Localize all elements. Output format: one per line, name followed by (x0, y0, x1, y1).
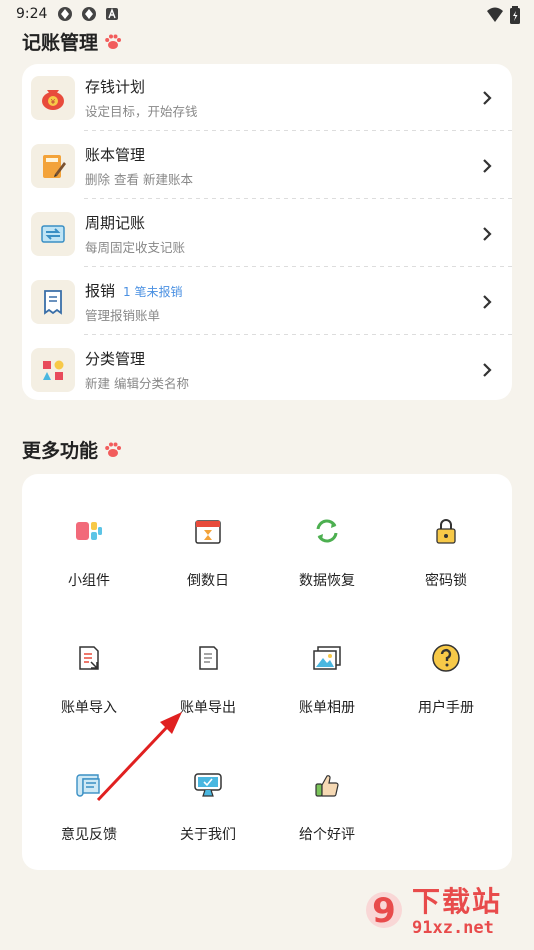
feature-give-rating[interactable]: 给个好评 (268, 728, 386, 848)
feature-bill-export[interactable]: 账单导出 (149, 601, 267, 721)
unreimbursed-count-badge: 1 笔未报销 (123, 285, 183, 299)
list-item-title: 分类管理 (85, 350, 146, 368)
divider (84, 334, 512, 335)
shapes-icon (31, 348, 75, 392)
svg-text:9: 9 (372, 891, 396, 931)
paw-icon (105, 442, 122, 457)
cycle-calendar-icon (31, 212, 75, 256)
feature-label: 账单导出 (180, 700, 236, 716)
feature-countdown[interactable]: 倒数日 (149, 474, 267, 594)
a-notification-icon (106, 8, 119, 20)
feature-label: 关于我们 (180, 827, 236, 843)
chevron-right-icon (476, 227, 498, 241)
wifi-icon (487, 7, 503, 22)
list-item-ledger-management[interactable]: 账本管理 删除 查看 新建账本 (22, 132, 512, 200)
bookkeeping-card: ¥ 存钱计划 设定目标，开始存钱 账本管理 删除 查看 新建账本 周期记账 每周… (22, 64, 512, 400)
feature-label: 账单相册 (299, 700, 355, 716)
battery-icon (510, 6, 520, 24)
status-bar: 9:24 (0, 0, 534, 28)
watermark-domain-text: 91xz.net (412, 918, 494, 938)
list-item-title: 报销 (85, 282, 116, 300)
calendar-hourglass-icon (191, 514, 225, 548)
divider (84, 198, 512, 199)
receipt-icon (31, 280, 75, 324)
more-features-title-text: 更多功能 (22, 440, 99, 462)
list-item-title: 存钱计划 (85, 78, 146, 96)
status-system-icons (486, 6, 520, 24)
site-watermark: 9 下载站 91xz.net (360, 876, 528, 946)
feature-label: 数据恢复 (299, 573, 355, 589)
question-icon (429, 641, 463, 675)
list-item-subtitle: 管理报销账单 (85, 308, 161, 323)
feature-label: 小组件 (68, 573, 110, 589)
chevron-right-icon (476, 159, 498, 173)
feature-widget[interactable]: 小组件 (30, 474, 148, 594)
sync-icon (310, 514, 344, 548)
export-document-icon (191, 641, 225, 675)
feature-label: 意见反馈 (61, 827, 117, 843)
list-item-subtitle: 每周固定收支记账 (85, 240, 186, 255)
feature-bill-import[interactable]: 账单导入 (30, 601, 148, 721)
list-item-subtitle: 新建 编辑分类名称 (85, 376, 189, 391)
feature-bill-album[interactable]: 账单相册 (268, 601, 386, 721)
feature-label: 倒数日 (187, 573, 229, 589)
feature-data-recovery[interactable]: 数据恢复 (268, 474, 386, 594)
status-notification-icons (57, 6, 119, 22)
feature-label: 密码锁 (425, 573, 467, 589)
feedback-scroll-icon (72, 768, 106, 802)
feature-password-lock[interactable]: 密码锁 (387, 474, 505, 594)
chevron-right-icon (476, 295, 498, 309)
money-bag-icon: ¥ (31, 76, 75, 120)
feature-user-manual[interactable]: 用户手册 (387, 601, 505, 721)
list-item-savings-plan[interactable]: ¥ 存钱计划 设定目标，开始存钱 (22, 64, 512, 132)
divider (84, 266, 512, 267)
list-item-subtitle: 设定目标，开始存钱 (85, 104, 198, 119)
feature-about-us[interactable]: 关于我们 (149, 728, 267, 848)
more-features-section-title: 更多功能 (22, 436, 122, 463)
list-item-periodic-bookkeeping[interactable]: 周期记账 每周固定收支记账 (22, 200, 512, 268)
chevron-right-icon (476, 363, 498, 377)
list-item-reimbursement[interactable]: 报销 1 笔未报销 管理报销账单 (22, 268, 512, 336)
feature-feedback[interactable]: 意见反馈 (30, 728, 148, 848)
lock-icon (429, 514, 463, 548)
bookkeeping-section-title: 记账管理 (22, 28, 122, 55)
bookkeeping-title-text: 记账管理 (22, 32, 99, 54)
widget-icon (72, 514, 106, 548)
thumbs-up-icon (310, 768, 344, 802)
list-item-title: 账本管理 (85, 146, 146, 164)
watermark-main-text: 下载站 (412, 885, 503, 918)
paw-icon (105, 34, 122, 49)
import-document-icon (72, 641, 106, 675)
status-time: 9:24 (16, 6, 48, 22)
app-notification-icon (82, 7, 97, 21)
notebook-icon (31, 144, 75, 188)
feature-label: 用户手册 (418, 700, 474, 716)
more-features-card: 小组件 倒数日 数据恢复 密码锁 账单导入 账单导出 账单相册 用户手册 意见反… (22, 474, 512, 870)
chevron-right-icon (476, 91, 498, 105)
list-item-category-management[interactable]: 分类管理 新建 编辑分类名称 (22, 336, 512, 404)
list-item-subtitle: 删除 查看 新建账本 (85, 172, 193, 187)
divider (84, 130, 512, 131)
list-item-title: 周期记账 (85, 214, 146, 232)
app-notification-icon (58, 7, 73, 21)
photo-album-icon (310, 641, 344, 675)
svg-text:¥: ¥ (51, 98, 56, 106)
monitor-icon (191, 768, 225, 802)
feature-label: 账单导入 (61, 700, 117, 716)
feature-label: 给个好评 (299, 827, 355, 843)
